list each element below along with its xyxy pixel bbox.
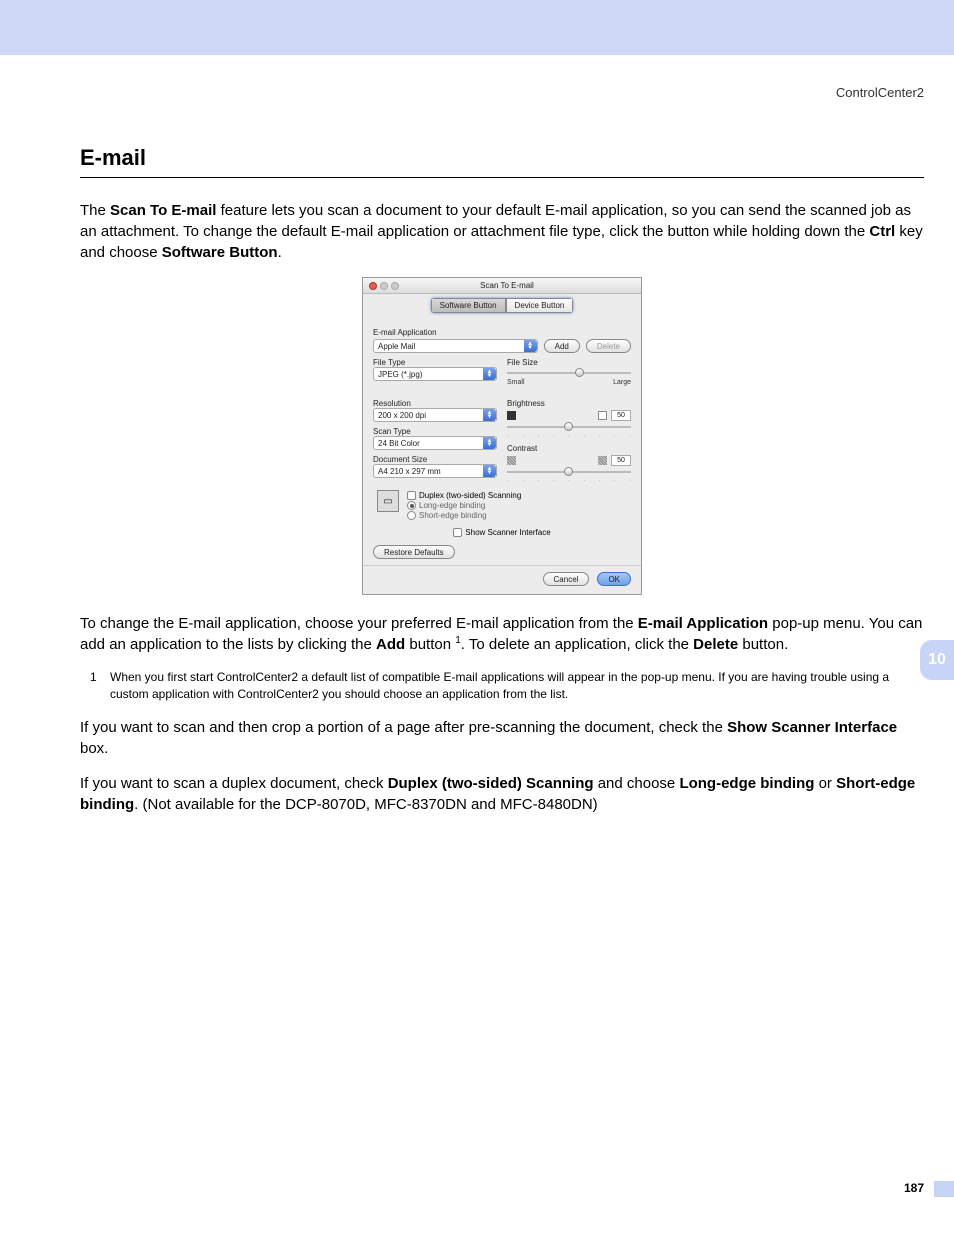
select-value: Apple Mail	[378, 342, 415, 351]
top-band	[0, 0, 954, 55]
brightness-slider[interactable]	[507, 426, 631, 428]
delete-button[interactable]: Delete	[586, 339, 631, 353]
label: Show Scanner Interface	[465, 528, 550, 537]
chevron-updown-icon: ▲▼	[483, 437, 496, 449]
duplex-icon: ▭	[377, 490, 399, 512]
ok-button[interactable]: OK	[597, 572, 631, 586]
text: button	[405, 636, 455, 653]
dialog-titlebar: Scan To E-mail	[363, 278, 641, 294]
label-contrast: Contrast	[507, 444, 631, 453]
section-title: E-mail	[80, 145, 924, 178]
contrast-low-icon	[507, 456, 516, 465]
file-type-select[interactable]: JPEG (*.jpg) ▲▼	[373, 367, 497, 381]
label-small: Small	[507, 379, 525, 386]
label-scan-type: Scan Type	[373, 427, 497, 436]
text: box.	[80, 740, 108, 757]
email-application-select[interactable]: Apple Mail ▲▼	[373, 339, 538, 353]
label: Short-edge binding	[419, 511, 487, 520]
label-file-size: File Size	[507, 358, 631, 367]
brightness-dark-icon	[507, 411, 516, 420]
page-content: ControlCenter2 E-mail The Scan To E-mail…	[0, 55, 954, 815]
paragraph-1: The Scan To E-mail feature lets you scan…	[80, 200, 924, 263]
select-value: JPEG (*.jpg)	[378, 370, 422, 379]
scan-type-select[interactable]: 24 Bit Color ▲▼	[373, 436, 497, 450]
text: .	[278, 244, 282, 261]
bold: Long-edge binding	[679, 775, 814, 792]
bold: Scan To E-mail	[110, 202, 216, 219]
label: Long-edge binding	[419, 501, 485, 510]
resolution-select[interactable]: 200 x 200 dpi ▲▼	[373, 408, 497, 422]
select-value: A4 210 x 297 mm	[378, 467, 441, 476]
text: If you want to scan and then crop a port…	[80, 719, 727, 736]
text: or	[814, 775, 836, 792]
select-value: 200 x 200 dpi	[378, 411, 426, 420]
text: . To delete an application, click the	[461, 636, 693, 653]
bold: Add	[376, 636, 405, 653]
tab-software-button[interactable]: Software Button	[431, 298, 506, 313]
checkbox-icon	[407, 491, 416, 500]
tab-row: Software Button Device Button	[363, 294, 641, 317]
document-size-select[interactable]: A4 210 x 297 mm ▲▼	[373, 464, 497, 478]
tab-device-button[interactable]: Device Button	[506, 298, 574, 313]
text: The	[80, 202, 110, 219]
footnote-1: 1 When you first start ControlCenter2 a …	[80, 669, 924, 703]
label-brightness: Brightness	[507, 399, 631, 408]
footnote-text: When you first start ControlCenter2 a de…	[110, 669, 924, 703]
bold: Software Button	[162, 244, 278, 261]
chapter-tab: 10	[920, 640, 954, 680]
close-icon[interactable]	[369, 282, 377, 290]
dialog-footer: Cancel OK	[363, 565, 641, 594]
tab-segmented-control: Software Button Device Button	[431, 298, 574, 313]
contrast-value[interactable]: 50	[611, 455, 631, 466]
dialog-title: Scan To E-mail	[379, 281, 635, 290]
text: and choose	[594, 775, 680, 792]
paragraph-2: To change the E-mail application, choose…	[80, 613, 924, 655]
paragraph-4: If you want to scan a duplex document, c…	[80, 773, 924, 815]
scan-to-email-dialog: Scan To E-mail Software Button Device Bu…	[362, 277, 642, 595]
short-edge-radio-row[interactable]: Short-edge binding	[407, 511, 521, 520]
text: If you want to scan a duplex document, c…	[80, 775, 388, 792]
long-edge-radio-row[interactable]: Long-edge binding	[407, 501, 521, 510]
bold: E-mail Application	[638, 615, 768, 632]
page-number: 187	[904, 1181, 924, 1195]
bold: Delete	[693, 636, 738, 653]
file-size-slider[interactable]	[507, 372, 631, 374]
label-email-application: E-mail Application	[373, 328, 631, 337]
brightness-value[interactable]: 50	[611, 410, 631, 421]
chevron-updown-icon: ▲▼	[524, 340, 537, 352]
text: button.	[738, 636, 788, 653]
cancel-button[interactable]: Cancel	[543, 572, 590, 586]
paragraph-3: If you want to scan and then crop a port…	[80, 717, 924, 759]
radio-icon	[407, 501, 416, 510]
bold: Ctrl	[869, 223, 895, 240]
contrast-slider[interactable]	[507, 471, 631, 473]
duplex-area: ▭ Duplex (two-sided) Scanning Long-edge …	[373, 484, 631, 527]
add-button[interactable]: Add	[544, 339, 580, 353]
chevron-updown-icon: ▲▼	[483, 465, 496, 477]
text: To change the E-mail application, choose…	[80, 615, 638, 632]
text: . (Not available for the DCP-8070D, MFC-…	[134, 796, 598, 813]
label: Duplex (two-sided) Scanning	[419, 491, 521, 500]
bold: Duplex (two-sided) Scanning	[388, 775, 594, 792]
label-resolution: Resolution	[373, 399, 497, 408]
brightness-light-icon	[598, 411, 607, 420]
chevron-updown-icon: ▲▼	[483, 409, 496, 421]
chevron-updown-icon: ▲▼	[483, 368, 496, 380]
show-scanner-interface-row[interactable]: Show Scanner Interface	[373, 528, 631, 537]
restore-defaults-button[interactable]: Restore Defaults	[373, 545, 455, 559]
contrast-high-icon	[598, 456, 607, 465]
running-header: ControlCenter2	[80, 85, 924, 100]
checkbox-icon	[453, 528, 462, 537]
footnote-number: 1	[80, 669, 110, 703]
radio-icon	[407, 511, 416, 520]
duplex-checkbox-row[interactable]: Duplex (two-sided) Scanning	[407, 491, 521, 500]
bold: Show Scanner Interface	[727, 719, 897, 736]
select-value: 24 Bit Color	[378, 439, 420, 448]
label-large: Large	[613, 379, 631, 386]
label-file-type: File Type	[373, 358, 497, 367]
label-document-size: Document Size	[373, 455, 497, 464]
page-number-stripe	[934, 1181, 954, 1197]
dialog-body: E-mail Application Apple Mail ▲▼ Add Del…	[363, 317, 641, 565]
